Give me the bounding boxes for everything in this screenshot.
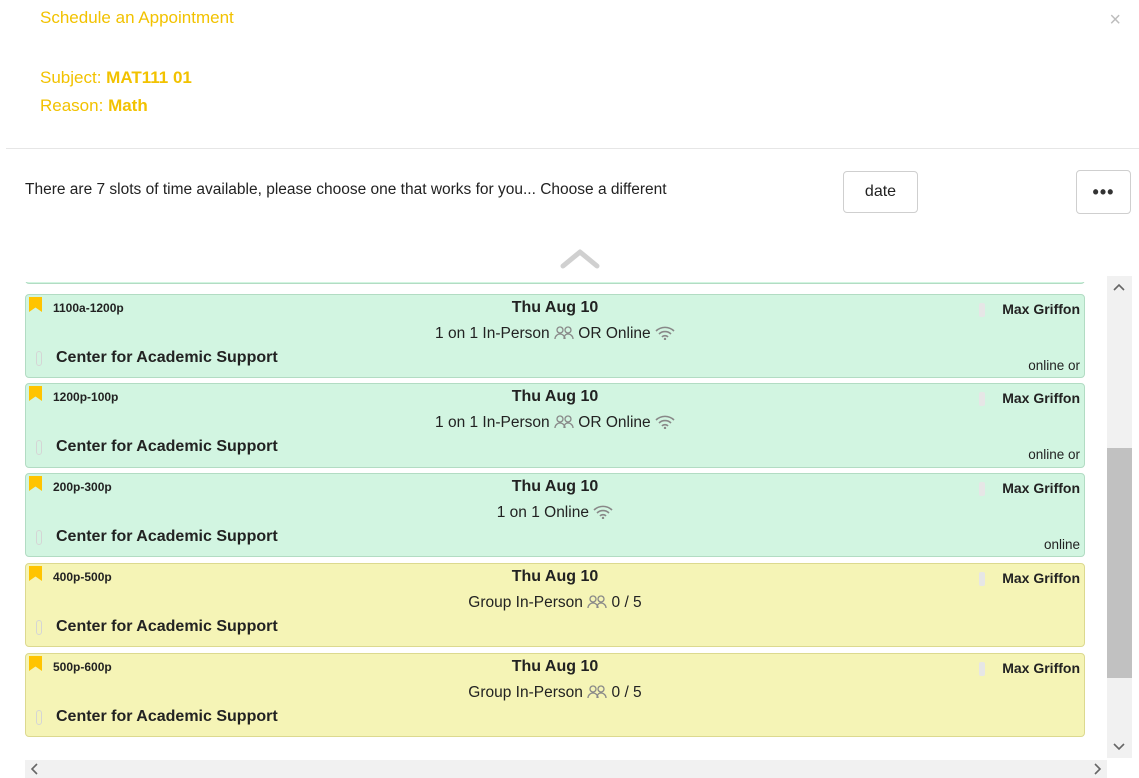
slot-staff[interactable]: Max Griffon — [1002, 301, 1080, 317]
reason-value: Math — [108, 96, 148, 115]
slot-type: 1 on 1 In-Person OR Online — [26, 414, 1084, 432]
wifi-icon — [593, 505, 613, 519]
subject-label: Subject: — [40, 68, 102, 87]
info-icon[interactable] — [979, 482, 985, 496]
slots-available-text: There are 7 slots of time available, ple… — [25, 181, 667, 198]
wifi-icon — [655, 326, 675, 340]
wifi-icon — [655, 415, 675, 429]
slot-staff[interactable]: Max Griffon — [1002, 390, 1080, 406]
info-icon[interactable] — [979, 572, 985, 586]
choose-date-button[interactable]: date — [843, 171, 918, 213]
header-divider — [6, 148, 1139, 149]
slot-day: Thu Aug 10 — [511, 299, 599, 316]
info-icon[interactable] — [979, 392, 985, 406]
slot-type-label: 1 on 1 In-Person — [435, 325, 550, 342]
subject-value: MAT111 01 — [106, 68, 192, 87]
close-icon[interactable]: × — [1109, 10, 1121, 30]
subject-line: Subject: MAT111 01 — [40, 68, 192, 88]
slot-staff[interactable]: Max Griffon — [1002, 480, 1080, 496]
slot-card[interactable]: 1100a-1200p Thu Aug 10 1 on 1 In-Person … — [25, 294, 1085, 378]
slot-location: Center for Academic Support — [56, 618, 278, 635]
slot-day: Thu Aug 10 — [511, 658, 599, 675]
scroll-up-chevron-icon[interactable] — [560, 246, 600, 270]
horizontal-scrollbar[interactable] — [25, 760, 1107, 778]
group-icon — [554, 415, 574, 429]
slot-card-partial[interactable] — [25, 282, 1085, 284]
location-icon — [36, 710, 42, 725]
info-icon[interactable] — [979, 662, 985, 676]
more-options-button[interactable]: ••• — [1076, 170, 1131, 214]
group-icon — [587, 685, 607, 699]
slot-type-label: Group In-Person — [468, 684, 583, 701]
slot-capacity: 0 / 5 — [611, 684, 642, 701]
slot-type: Group In-Person 0 / 5 — [26, 594, 1084, 612]
slot-day: Thu Aug 10 — [511, 568, 599, 585]
slot-mode: online or — [1028, 358, 1080, 373]
location-icon — [36, 351, 42, 366]
slot-card[interactable]: 200p-300p Thu Aug 10 1 on 1 Online Max G… — [25, 473, 1085, 557]
slot-list: 1100a-1200p Thu Aug 10 1 on 1 In-Person … — [25, 282, 1085, 738]
slot-location: Center for Academic Support — [56, 708, 278, 725]
reason-line: Reason: Math — [40, 96, 148, 116]
location-icon — [36, 440, 42, 455]
chevron-up-icon[interactable] — [1112, 280, 1126, 294]
slot-card[interactable]: 400p-500p Thu Aug 10 Group In-Person 0 /… — [25, 563, 1085, 647]
slot-day: Thu Aug 10 — [511, 478, 599, 495]
slot-type-label: 1 on 1 In-Person — [435, 414, 550, 431]
slot-or-online: OR Online — [578, 325, 651, 342]
slot-type-label: 1 on 1 Online — [496, 504, 589, 521]
reason-label: Reason: — [40, 96, 104, 115]
chevron-left-icon[interactable] — [27, 762, 41, 776]
modal-title: Schedule an Appointment — [40, 8, 234, 27]
slot-card[interactable]: 500p-600p Thu Aug 10 Group In-Person 0 /… — [25, 653, 1085, 737]
group-icon — [587, 595, 607, 609]
slot-or-online: OR Online — [578, 414, 651, 431]
slot-staff[interactable]: Max Griffon — [1002, 660, 1080, 676]
slot-type: Group In-Person 0 / 5 — [26, 684, 1084, 702]
slot-location: Center for Academic Support — [56, 528, 278, 545]
slot-mode: online or — [1028, 447, 1080, 462]
slot-location: Center for Academic Support — [56, 438, 278, 455]
vertical-scrollbar[interactable] — [1107, 276, 1132, 758]
slot-card[interactable]: 1200p-100p Thu Aug 10 1 on 1 In-Person O… — [25, 383, 1085, 468]
scrollbar-thumb[interactable] — [1107, 448, 1132, 678]
slot-type-label: Group In-Person — [468, 594, 583, 611]
slot-location: Center for Academic Support — [56, 349, 278, 366]
chevron-right-icon[interactable] — [1091, 762, 1105, 776]
slot-capacity: 0 / 5 — [611, 594, 642, 611]
slot-mode: online — [1043, 537, 1080, 552]
group-icon — [554, 326, 574, 340]
slot-type: 1 on 1 Online — [26, 504, 1084, 522]
info-icon[interactable] — [979, 303, 985, 317]
location-icon — [36, 530, 42, 545]
slot-staff[interactable]: Max Griffon — [1002, 570, 1080, 586]
slot-day: Thu Aug 10 — [511, 388, 599, 405]
slot-type: 1 on 1 In-Person OR Online — [26, 325, 1084, 343]
location-icon — [36, 620, 42, 635]
chevron-down-icon[interactable] — [1112, 740, 1126, 754]
